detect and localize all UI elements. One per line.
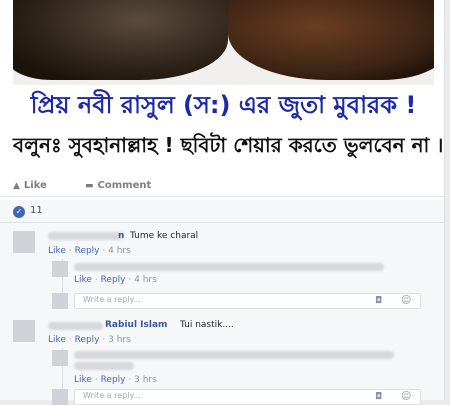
comment-like-link[interactable]: Like [48,335,66,345]
reply-reply-link[interactable]: Reply [101,275,126,285]
camera-icon[interactable]: ◘ [375,392,382,402]
smiley-icon[interactable]: ☺ [401,295,411,306]
redacted-reply-text [74,362,134,370]
comment-time[interactable]: 3 hrs [108,335,131,345]
redacted-reply-text [74,263,384,271]
comment-reply-link[interactable]: Reply [75,335,100,345]
reply-like-link[interactable]: Like [74,275,92,285]
comment-author[interactable]: Rabiul Islam [105,320,167,330]
like-reaction-icon: ✓ [13,206,25,218]
comment-reply-link[interactable]: Reply [75,246,100,256]
reactions-summary[interactable]: ✓ 11 [0,200,444,223]
comment-button[interactable]: ▬ Comment [85,180,151,191]
current-user-avatar [52,293,68,309]
reply-meta: Like · Reply · 4 hrs [74,275,157,285]
reply-meta: Like · Reply · 3 hrs [74,375,157,385]
reply-reply-link[interactable]: Reply [101,375,126,385]
comment-meta: Like · Reply · 3 hrs [48,335,131,345]
reply-time[interactable]: 3 hrs [134,375,157,385]
shoe-right-image [228,0,434,80]
smiley-icon[interactable]: ☺ [401,391,411,402]
reply-avatar[interactable] [52,261,68,277]
commenter-avatar[interactable] [13,320,35,342]
comment-text: Tui nastik.... [180,320,234,330]
reply-like-link[interactable]: Like [74,375,92,385]
reply-time[interactable]: 4 hrs [134,275,157,285]
camera-icon[interactable]: ◘ [375,296,382,306]
post-photo[interactable] [13,0,434,85]
photo-caption: প্রিয় নবী রাসুল (স:) এর জুতা মুবারক ! ব… [13,85,444,171]
like-button[interactable]: ▲ Like [13,180,47,191]
like-thumb-icon: ▲ [13,180,20,191]
reply-avatar[interactable] [52,350,68,366]
comment-meta: Like · Reply · 4 hrs [48,246,131,256]
comment-time[interactable]: 4 hrs [108,246,131,256]
comment-text: Tume ke charal [130,231,199,241]
caption-line-1: প্রিয় নবী রাসুল (স:) এর জুতা মুবারক ! [30,91,417,119]
redacted-name [48,232,123,240]
like-count: 11 [30,205,43,216]
comments-section: n Tume ke charal Like · Reply · 4 hrs Li… [0,223,444,405]
facebook-post: প্রিয় নবী রাসুল (স:) এর জুতা মুবারক ! ব… [0,0,445,405]
redacted-reply-text [74,351,394,359]
reply-input[interactable]: Write a reply... ◘ ☺ [74,389,421,405]
comment-like-link[interactable]: Like [48,246,66,256]
comment-author[interactable]: n [118,231,124,241]
post-actions-bar: ▲ Like ▬ Comment [0,178,444,197]
shoe-left-image [13,0,228,80]
reply-input[interactable]: Write a reply... ◘ ☺ [74,293,421,309]
comment-bubble-icon: ▬ [85,180,94,191]
current-user-avatar [52,389,68,405]
redacted-name [48,322,103,330]
commenter-avatar[interactable] [13,231,35,253]
caption-line-2: বলুনঃ সুবহানাল্লাহ ! ছবিটা শেয়ার করতে ভ… [13,133,444,157]
